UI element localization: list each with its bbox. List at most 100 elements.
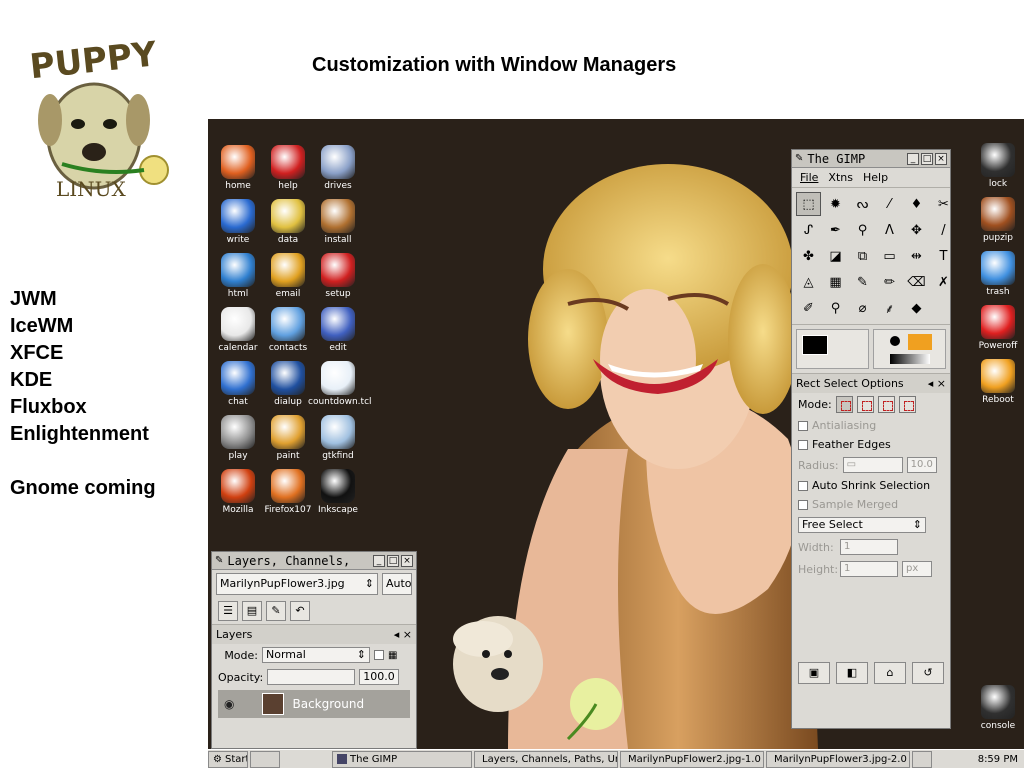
tool-button-13[interactable]: ◪ [823,244,848,268]
tool-button-27[interactable]: ⸙ [877,296,902,320]
tool-button-1[interactable]: ✹ [823,192,848,216]
desktop-icon-lock[interactable]: lock [968,143,1024,189]
channels-tab-icon[interactable]: ▤ [242,601,262,621]
fg-bg-color-swatch[interactable] [796,329,869,369]
desktop-icon-console[interactable]: console [968,685,1024,731]
tool-button-19[interactable]: ▦ [823,270,848,294]
tool-button-26[interactable]: ⌀ [850,296,875,320]
start-button[interactable]: ⚙ Start [208,750,248,768]
tool-button-5[interactable]: ✂ [931,192,956,216]
restore-options-icon[interactable]: ◧ [836,662,868,684]
tool-button-23[interactable]: ✗ [931,270,956,294]
tool-button-11[interactable]: / [931,218,956,242]
tool-button-24[interactable]: ✐ [796,296,821,320]
auto-button[interactable]: Auto [382,573,412,595]
task-image-3[interactable]: MarilynPupFlower3.jpg-2.0 ( [766,750,910,768]
pager-desktop-1[interactable] [250,750,280,768]
desktop-icon-trash[interactable]: trash [968,251,1024,297]
task-gimp[interactable]: The GIMP [332,750,472,768]
layers-panel-icons[interactable]: ◂ × [394,628,412,641]
tool-button-9[interactable]: Λ [877,218,902,242]
keep-transparency-checkbox[interactable] [374,650,384,660]
layers-maximize-button[interactable]: □ [387,554,399,567]
tool-button-10[interactable]: ✥ [904,218,929,242]
mode-subtract-button[interactable] [877,396,895,413]
desktop-icon-countdown-tcl[interactable]: countdown.tcl [308,361,372,407]
desktop-icon-drives[interactable]: drives [308,145,368,191]
layer-mode-dropdown[interactable]: Normal ⇕ [262,647,370,663]
layer-mode-row: Mode: Normal ⇕ ▦ [212,644,416,666]
window-manager-list: JWM IceWM XFCE KDE Fluxbox Enlightenment… [10,286,156,502]
tool-button-15[interactable]: ▭ [877,244,902,268]
tool-button-25[interactable]: ⚲ [823,296,848,320]
options-panel-icons[interactable]: ◂ × [928,377,946,390]
paths-tab-icon[interactable]: ✎ [266,601,286,621]
tool-button-14[interactable]: ⧉ [850,244,875,268]
desktop-icon-edit[interactable]: edit [308,307,368,353]
mode-intersect-button[interactable] [898,396,916,413]
save-options-icon[interactable]: ▣ [798,662,830,684]
tool-button-16[interactable]: ⇹ [904,244,929,268]
tool-button-3[interactable]: ⁄ [877,192,902,216]
tool-button-7[interactable]: ✒ [823,218,848,242]
height-field[interactable]: 1 [840,561,898,577]
tool-button-18[interactable]: ◬ [796,270,821,294]
layers-close-button[interactable]: × [401,554,413,567]
desktop-icon-label: Poweroff [978,341,1018,351]
radius-slider[interactable]: ▭ [842,457,903,473]
image-select-dropdown[interactable]: MarilynPupFlower3.jpg ⇕ [216,573,378,595]
auto-shrink-checkbox[interactable] [798,480,808,491]
tool-button-0[interactable]: ⬚ [796,192,821,216]
brush-pattern-gradient[interactable] [873,329,946,369]
tool-button-4[interactable]: ♦ [904,192,929,216]
desktop-icon-pupzip[interactable]: pupzip [968,197,1024,243]
tool-button-21[interactable]: ✏ [877,270,902,294]
layers-title-bar[interactable]: ✎ Layers, Channels, _ □ × [212,552,416,570]
mode-add-button[interactable] [856,396,874,413]
radius-value[interactable]: 10.0 [906,457,937,473]
task-image-2[interactable]: MarilynPupFlower2.jpg-1.0 ( [620,750,764,768]
desktop-icon-setup[interactable]: setup [308,253,368,299]
tool-button-17[interactable]: T [931,244,956,268]
tool-button-8[interactable]: ⚲ [850,218,875,242]
menu-xtns[interactable]: Xtns [828,171,853,184]
gimp-title-bar[interactable]: ✎ The GIMP _ □ × [792,150,950,168]
desktop-icon-poweroff[interactable]: Poweroff [968,305,1024,351]
undo-tab-icon[interactable]: ↶ [290,601,310,621]
select-mode-dropdown[interactable]: Free Select ⇕ [798,517,926,533]
eye-icon[interactable]: ◉ [224,697,234,711]
menu-help[interactable]: Help [863,171,888,184]
desktop-icon-reboot[interactable]: Reboot [968,359,1024,405]
opacity-value[interactable]: 100.0 [359,669,400,685]
mode-replace-button[interactable] [835,396,853,413]
unit-select[interactable]: px [902,561,932,577]
dropdown-arrow-icon: ⇕ [356,648,366,661]
antialiasing-checkbox[interactable] [798,420,808,431]
menu-file[interactable]: File [800,171,818,184]
gimp-menubar: File Xtns Help [792,168,950,188]
tool-button-2[interactable]: ᔓ [850,192,875,216]
delete-options-icon[interactable]: ⌂ [874,662,906,684]
tool-button-20[interactable]: ✎ [850,270,875,294]
layer-thumbnail [262,693,285,715]
desktop-icon-gtkfind[interactable]: gtkfind [308,415,368,461]
close-button[interactable]: × [935,152,947,165]
desktop-icon-install[interactable]: install [308,199,368,245]
layer-row-background[interactable]: ◉ Background [218,690,410,718]
reset-options-icon[interactable]: ↺ [912,662,944,684]
width-field[interactable]: 1 [840,539,898,555]
maximize-button[interactable]: □ [921,152,933,165]
feather-checkbox[interactable] [798,439,808,450]
layers-minimize-button[interactable]: _ [373,554,385,567]
sample-merged-checkbox[interactable] [798,499,808,510]
tool-button-6[interactable]: ᔑ [796,218,821,242]
opacity-slider[interactable] [267,669,356,685]
tool-button-22[interactable]: ⌫ [904,270,929,294]
task-empty[interactable] [912,750,932,768]
desktop-icon-inkscape[interactable]: Inkscape [308,469,368,515]
minimize-button[interactable]: _ [907,152,919,165]
tool-button-28[interactable]: ◆ [904,296,929,320]
task-layers[interactable]: Layers, Channels, Paths, Ur [474,750,618,768]
tool-button-12[interactable]: ✤ [796,244,821,268]
layers-tab-icon[interactable]: ☰ [218,601,238,621]
